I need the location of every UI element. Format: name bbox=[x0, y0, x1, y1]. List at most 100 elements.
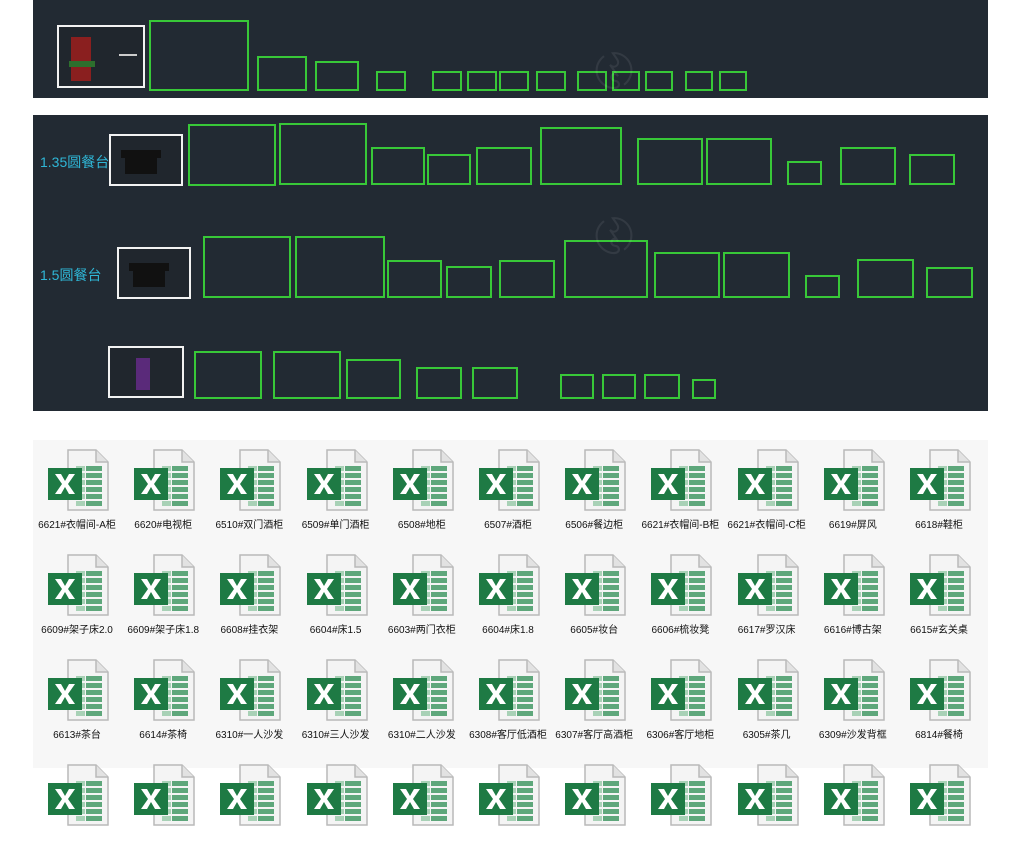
cad-sheet-15-a[interactable] bbox=[203, 236, 291, 298]
excel-file-item[interactable]: 6310#二人沙发 bbox=[379, 650, 465, 754]
cad-sheet-chair-c[interactable] bbox=[346, 359, 401, 399]
cad-sheet-15-i[interactable] bbox=[805, 275, 840, 298]
cad-sheet-15-e[interactable] bbox=[499, 260, 555, 298]
excel-file-item[interactable]: 6616#博古架 bbox=[810, 545, 896, 649]
excel-file-item[interactable]: 6609#架子床1.8 bbox=[120, 545, 206, 649]
cad-sheet-135-a[interactable] bbox=[188, 124, 276, 186]
excel-file-item[interactable]: 6603#两门衣柜 bbox=[379, 545, 465, 649]
cad-sheet-detail-4[interactable] bbox=[432, 71, 462, 91]
cad-sheet-chair-render-2[interactable] bbox=[108, 346, 184, 398]
excel-file-item[interactable]: 6613#茶台 bbox=[34, 650, 120, 754]
cad-sheet-detail-6[interactable] bbox=[499, 71, 529, 91]
excel-file-icon bbox=[908, 763, 972, 827]
cad-sheet-135-k[interactable] bbox=[909, 154, 955, 185]
excel-file-item[interactable] bbox=[34, 755, 120, 859]
cad-sheet-135-c[interactable] bbox=[371, 147, 425, 185]
excel-file-item[interactable]: 6621#衣帽间-C柜 bbox=[724, 440, 810, 544]
excel-file-item[interactable]: 6306#客厅地柜 bbox=[637, 650, 723, 754]
excel-file-item[interactable]: 6606#梳妆凳 bbox=[637, 545, 723, 649]
cad-sheet-135-f[interactable] bbox=[540, 127, 622, 185]
cad-sheet-detail-5[interactable] bbox=[467, 71, 497, 91]
excel-file-item[interactable]: 6614#茶椅 bbox=[120, 650, 206, 754]
excel-file-item[interactable]: 6507#酒柜 bbox=[465, 440, 551, 544]
excel-file-icon bbox=[822, 448, 886, 512]
cad-sheet-chair-g[interactable] bbox=[602, 374, 636, 399]
cad-sheet-chair-i[interactable] bbox=[692, 379, 716, 399]
excel-file-item[interactable]: 6615#玄关桌 bbox=[896, 545, 982, 649]
cad-sheet-chair-views[interactable] bbox=[149, 20, 249, 91]
cad-sheet-135-b[interactable] bbox=[279, 123, 367, 185]
cad-sheet-chair-e[interactable] bbox=[472, 367, 518, 399]
cad-sheet-detail-10[interactable] bbox=[645, 71, 673, 91]
excel-file-item[interactable] bbox=[637, 755, 723, 859]
excel-file-item[interactable]: 6618#鞋柜 bbox=[896, 440, 982, 544]
cad-sheet-detail-8[interactable] bbox=[577, 71, 607, 91]
excel-file-item[interactable]: 6508#地柜 bbox=[379, 440, 465, 544]
cad-sheet-135-table-render[interactable] bbox=[109, 134, 183, 186]
excel-file-icon bbox=[649, 448, 713, 512]
excel-file-item[interactable]: 6604#床1.8 bbox=[465, 545, 551, 649]
excel-file-icon bbox=[477, 658, 541, 722]
cad-sheet-detail-7[interactable] bbox=[536, 71, 566, 91]
watermark: 〄 bbox=[585, 41, 645, 103]
cad-sheet-chair-f[interactable] bbox=[560, 374, 594, 399]
excel-file-item[interactable] bbox=[293, 755, 379, 859]
cad-sheet-15-f[interactable] bbox=[564, 240, 648, 298]
excel-file-item[interactable]: 6609#架子床2.0 bbox=[34, 545, 120, 649]
excel-file-item[interactable] bbox=[810, 755, 896, 859]
excel-file-item[interactable]: 6617#罗汉床 bbox=[724, 545, 810, 649]
excel-file-item[interactable]: 6621#衣帽间-A柜 bbox=[34, 440, 120, 544]
excel-file-item[interactable] bbox=[379, 755, 465, 859]
cad-sheet-detail-9[interactable] bbox=[612, 71, 640, 91]
cad-sheet-135-e[interactable] bbox=[476, 147, 532, 185]
cad-sheet-135-i[interactable] bbox=[787, 161, 822, 185]
cad-sheet-135-j[interactable] bbox=[840, 147, 896, 185]
excel-file-item[interactable] bbox=[724, 755, 810, 859]
excel-file-item[interactable]: 6608#挂衣架 bbox=[206, 545, 292, 649]
excel-file-item[interactable] bbox=[896, 755, 982, 859]
excel-file-item[interactable]: 6510#双门酒柜 bbox=[206, 440, 292, 544]
excel-file-item[interactable]: 6605#妆台 bbox=[551, 545, 637, 649]
excel-file-item[interactable] bbox=[465, 755, 551, 859]
excel-file-item[interactable]: 6604#床1.5 bbox=[293, 545, 379, 649]
cad-sheet-detail-2[interactable] bbox=[315, 61, 359, 91]
excel-file-item[interactable]: 6620#电视柜 bbox=[120, 440, 206, 544]
cad-sheet-15-k[interactable] bbox=[926, 267, 973, 298]
cad-sheet-15-b[interactable] bbox=[295, 236, 385, 298]
excel-file-item[interactable]: 6310#一人沙发 bbox=[206, 650, 292, 754]
cad-sheet-detail-3[interactable] bbox=[376, 71, 406, 91]
cad-sheet-chair-a[interactable] bbox=[194, 351, 262, 399]
excel-file-item[interactable] bbox=[120, 755, 206, 859]
cad-sheet-15-h[interactable] bbox=[723, 252, 790, 298]
cad-sheet-15-table-render[interactable] bbox=[117, 247, 191, 299]
cad-sheet-chair-h[interactable] bbox=[644, 374, 680, 399]
excel-file-item[interactable]: 6309#沙发背框 bbox=[810, 650, 896, 754]
excel-file-item[interactable] bbox=[551, 755, 637, 859]
excel-file-item[interactable]: 6814#餐椅 bbox=[896, 650, 982, 754]
cad-sheet-15-j[interactable] bbox=[857, 259, 914, 298]
cad-sheet-chair-render[interactable] bbox=[57, 25, 145, 88]
excel-file-item[interactable]: 6307#客厅高酒柜 bbox=[551, 650, 637, 754]
excel-file-item[interactable] bbox=[206, 755, 292, 859]
excel-file-item[interactable]: 6506#餐边柜 bbox=[551, 440, 637, 544]
excel-file-item[interactable]: 6621#衣帽间-B柜 bbox=[637, 440, 723, 544]
cad-sheet-135-g[interactable] bbox=[637, 138, 703, 185]
file-name-label: 6509#单门酒柜 bbox=[301, 520, 370, 531]
excel-file-icon bbox=[649, 658, 713, 722]
excel-file-item[interactable]: 6308#客厅低酒柜 bbox=[465, 650, 551, 754]
cad-sheet-detail-1[interactable] bbox=[257, 56, 307, 91]
excel-file-item[interactable]: 6310#三人沙发 bbox=[293, 650, 379, 754]
cad-sheet-chair-b[interactable] bbox=[273, 351, 341, 399]
cad-sheet-15-d[interactable] bbox=[446, 266, 492, 298]
cad-sheet-135-d[interactable] bbox=[427, 154, 471, 185]
excel-file-item[interactable]: 6509#单门酒柜 bbox=[293, 440, 379, 544]
excel-file-item[interactable]: 6305#茶几 bbox=[724, 650, 810, 754]
cad-sheet-135-h[interactable] bbox=[706, 138, 772, 185]
cad-sheet-chair-d[interactable] bbox=[416, 367, 462, 399]
cad-sheet-detail-11[interactable] bbox=[685, 71, 713, 91]
cad-sheet-detail-12[interactable] bbox=[719, 71, 747, 91]
cad-sheet-15-g[interactable] bbox=[654, 252, 720, 298]
excel-file-icon bbox=[132, 553, 196, 617]
cad-sheet-15-c[interactable] bbox=[387, 260, 442, 298]
excel-file-item[interactable]: 6619#屏风 bbox=[810, 440, 896, 544]
